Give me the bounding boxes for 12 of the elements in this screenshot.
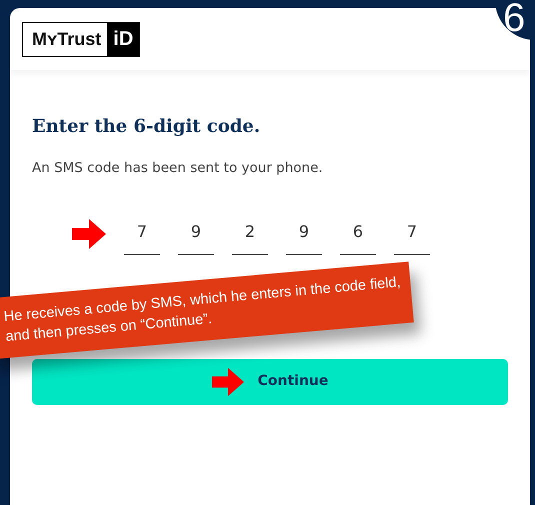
- heading: Enter the 6-digit code.: [32, 116, 262, 138]
- code-digit-field[interactable]: 7: [394, 214, 430, 255]
- code-digit-field[interactable]: 2: [232, 214, 268, 255]
- code-digit-field[interactable]: 6: [340, 214, 376, 255]
- instruction-text: An SMS code has been sent to your phone.: [32, 158, 324, 178]
- code-digit-field[interactable]: 9: [178, 214, 214, 255]
- arrow-icon: [72, 219, 106, 250]
- continue-button[interactable]: Continue: [32, 358, 508, 405]
- code-digit-field[interactable]: 7: [124, 214, 160, 255]
- code-digit-field[interactable]: 9: [286, 214, 322, 255]
- arrow-icon: [212, 366, 244, 397]
- logo: MʏTrust iD: [22, 22, 140, 56]
